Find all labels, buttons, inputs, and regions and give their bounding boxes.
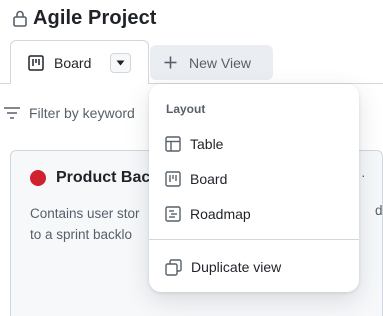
duplicate-icon bbox=[165, 258, 182, 276]
status-dot bbox=[30, 170, 46, 186]
menu-item-duplicate-view[interactable]: Duplicate view bbox=[157, 252, 351, 282]
filter-icon bbox=[4, 107, 20, 119]
roadmap-icon bbox=[165, 206, 181, 222]
tab-board[interactable]: Board bbox=[10, 40, 149, 84]
column-more-menu[interactable]: · bbox=[361, 167, 366, 183]
menu-item-label: Roadmap bbox=[190, 206, 251, 222]
view-tabbar: Board New View bbox=[0, 40, 383, 84]
menu-item-label: Table bbox=[190, 136, 224, 152]
project-board-icon bbox=[165, 171, 181, 187]
column-description-trail: d bbox=[375, 203, 383, 218]
filter-input[interactable]: Filter by keyword bbox=[29, 105, 135, 121]
new-view-menu: Layout Table Board Roadmap Duplicate vie… bbox=[149, 84, 359, 292]
tab-board-label: Board bbox=[54, 54, 92, 71]
column-header: Product Bac bbox=[30, 169, 150, 187]
project-title: Agile Project bbox=[33, 6, 157, 29]
view-options-button[interactable] bbox=[110, 53, 131, 73]
column-title: Product Bac bbox=[56, 169, 151, 186]
menu-item-label: Duplicate view bbox=[191, 259, 282, 275]
lock-icon bbox=[13, 10, 27, 27]
menu-item-table[interactable]: Table bbox=[157, 129, 351, 159]
project-header: Agile Project bbox=[12, 4, 157, 32]
menu-item-label: Board bbox=[190, 171, 228, 187]
menu-item-board[interactable]: Board bbox=[157, 164, 351, 194]
filter-bar[interactable]: Filter by keyword bbox=[0, 100, 135, 126]
plus-icon bbox=[164, 56, 177, 69]
menu-item-roadmap[interactable]: Roadmap bbox=[157, 199, 351, 229]
table-icon bbox=[165, 136, 181, 152]
project-board-icon bbox=[28, 54, 44, 71]
menu-divider bbox=[149, 239, 359, 240]
new-view-label: New View bbox=[189, 54, 251, 71]
triangle-down-icon bbox=[116, 60, 125, 66]
menu-heading: Layout bbox=[166, 102, 206, 116]
new-view-button[interactable]: New View bbox=[150, 45, 273, 80]
